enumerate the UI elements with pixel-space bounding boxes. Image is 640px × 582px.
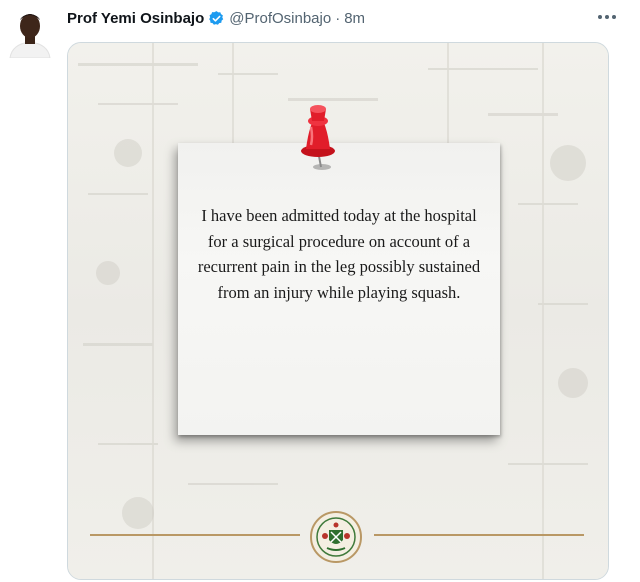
avatar[interactable]	[8, 6, 52, 59]
meta-separator: ·	[335, 9, 341, 27]
timestamp-link[interactable]: 8m	[344, 10, 365, 27]
author-name[interactable]: Prof Yemi Osinbajo	[67, 10, 204, 27]
more-dots-icon	[598, 15, 616, 19]
tweet-image[interactable]: I have been admitted today at the hospit…	[67, 42, 609, 580]
tweet-header: Prof Yemi Osinbajo @ProfOsinbajo · 8m	[67, 8, 365, 28]
avatar-image	[8, 6, 52, 59]
sticky-note: I have been admitted today at the hospit…	[178, 143, 500, 435]
note-text: I have been admitted today at the hospit…	[197, 206, 481, 302]
footer-rule-right	[374, 534, 584, 536]
footer-rule-left	[90, 534, 300, 536]
tweet[interactable]: Prof Yemi Osinbajo @ProfOsinbajo · 8m I …	[0, 0, 640, 582]
push-pin-icon	[296, 101, 342, 178]
coat-of-arms-seal-icon	[309, 510, 363, 569]
verified-badge-icon	[208, 10, 225, 27]
author-handle[interactable]: @ProfOsinbajo	[229, 10, 331, 27]
more-options-button[interactable]	[594, 7, 620, 27]
